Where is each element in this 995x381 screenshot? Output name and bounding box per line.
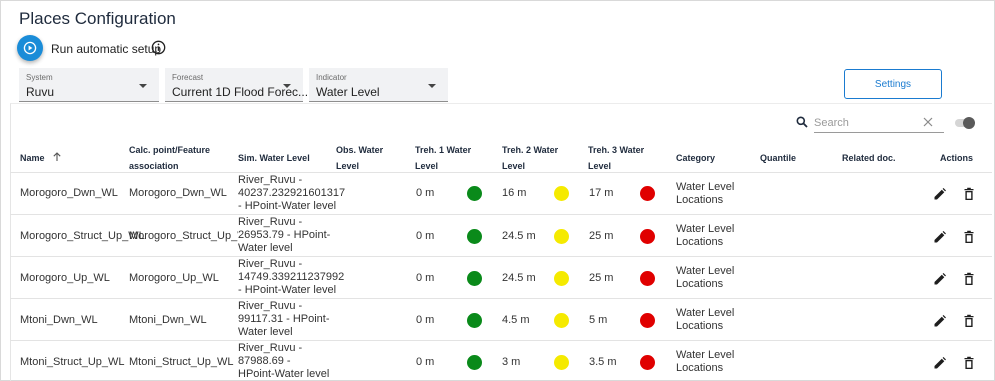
search-icon — [796, 116, 808, 128]
row-divider — [10, 256, 992, 257]
run-automatic-setup-label[interactable]: Run automatic setup — [51, 42, 161, 56]
column-header-t3: Treh. 3 Water Level — [588, 145, 645, 171]
cell-t1: 0 m — [416, 230, 435, 242]
delete-trash-icon[interactable] — [962, 356, 976, 370]
status-dot-yellow — [554, 313, 569, 328]
cell-name: Mtoni_Dwn_WL — [20, 314, 98, 326]
cell-t2: 3 m — [502, 356, 521, 368]
cell-t2: 24.5 m — [502, 230, 536, 242]
cell-t3: 25 m — [589, 230, 614, 242]
cell-t1: 0 m — [416, 187, 435, 199]
status-dot-red — [640, 229, 655, 244]
chevron-down-icon — [283, 84, 291, 88]
status-dot-red — [640, 355, 655, 370]
delete-trash-icon[interactable] — [962, 230, 976, 244]
column-header-obs: Obs. Water Level — [336, 145, 384, 171]
cell-name: Morogoro_Dwn_WL — [20, 187, 118, 199]
cell-t3: 5 m — [589, 314, 608, 326]
cell-sim: River_Ruvu - 14749.339211237992 - HPoint… — [238, 258, 345, 296]
info-icon[interactable] — [151, 40, 166, 55]
chevron-down-icon — [139, 84, 147, 88]
cell-calc: Morogoro_Dwn_WL — [129, 187, 227, 199]
delete-trash-icon[interactable] — [962, 272, 976, 286]
cell-sim: River_Ruvu - 99117.31 - HPoint-Water lev… — [238, 300, 330, 338]
cell-t1: 0 m — [416, 356, 435, 368]
status-dot-red — [640, 186, 655, 201]
run-automatic-setup-button[interactable] — [17, 35, 43, 61]
row-divider — [10, 214, 992, 215]
cell-sim: River_Ruvu - 26953.79 - HPoint-Water lev… — [238, 216, 338, 255]
forecast-select-label: Forecast — [172, 73, 204, 82]
column-header-related: Related doc. — [842, 153, 896, 163]
indicator-select-value: Water Level — [316, 85, 380, 99]
cell-calc: Mtoni_Struct_Up_WL — [129, 356, 234, 368]
status-dot-green — [467, 229, 482, 244]
cell-calc: Morogoro_Up_WL — [129, 272, 219, 284]
cell-name: Morogoro_Struct_Up_WL — [20, 230, 145, 242]
cell-t3: 25 m — [589, 272, 614, 284]
status-dot-red — [640, 313, 655, 328]
cell-category: Water Level Locations — [676, 265, 735, 290]
cell-t2: 24.5 m — [502, 272, 536, 284]
cell-calc: Mtoni_Dwn_WL — [129, 314, 207, 326]
edit-pencil-icon[interactable] — [933, 356, 947, 370]
cell-t1: 0 m — [416, 272, 435, 284]
cell-sim: River_Ruvu - 40237.232921601317 - HPoint… — [238, 174, 346, 212]
column-header-actions: Actions — [940, 153, 974, 163]
column-header-name[interactable]: Name — [20, 150, 62, 166]
cell-t3: 17 m — [589, 187, 614, 199]
column-header-sim: Sim. Water Level — [238, 153, 310, 163]
status-dot-yellow — [554, 186, 569, 201]
edit-pencil-icon[interactable] — [933, 187, 947, 201]
cell-name: Mtoni_Struct_Up_WL — [20, 356, 125, 368]
cell-t2: 4.5 m — [502, 314, 530, 326]
edit-pencil-icon[interactable] — [933, 272, 947, 286]
delete-trash-icon[interactable] — [962, 314, 976, 328]
forecast-select[interactable]: Forecast Current 1D Flood Forec... — [165, 68, 308, 102]
cell-category: Water Level Locations — [676, 181, 735, 206]
status-dot-green — [467, 186, 482, 201]
cell-category: Water Level Locations — [676, 349, 735, 374]
settings-button[interactable]: Settings — [844, 69, 942, 99]
cell-calc: Morogoro_Struct_Up_WL — [129, 230, 254, 242]
chevron-down-icon — [428, 84, 436, 88]
cell-name: Morogoro_Up_WL — [20, 272, 110, 284]
header-divider — [10, 172, 992, 173]
view-toggle[interactable] — [955, 117, 975, 129]
cell-category: Water Level Locations — [676, 223, 735, 248]
indicator-select[interactable]: Indicator Water Level — [309, 68, 448, 102]
system-select-value: Ruvu — [26, 85, 55, 99]
status-dot-yellow — [554, 229, 569, 244]
row-divider — [10, 298, 992, 299]
column-header-calc: Calc. point/Feature association — [129, 145, 211, 171]
column-header-t1: Treh. 1 Water Level — [415, 145, 472, 171]
column-header-quantile: Quantile — [760, 153, 797, 163]
system-select[interactable]: System Ruvu — [19, 68, 159, 102]
status-dot-yellow — [554, 355, 569, 370]
cell-t2: 16 m — [502, 187, 527, 199]
edit-pencil-icon[interactable] — [933, 314, 947, 328]
row-divider — [10, 340, 992, 341]
cell-t1: 0 m — [416, 314, 435, 326]
cell-t3: 3.5 m — [589, 356, 617, 368]
status-dot-yellow — [554, 271, 569, 286]
status-dot-green — [467, 313, 482, 328]
indicator-select-label: Indicator — [316, 73, 347, 82]
page-title: Places Configuration — [19, 9, 176, 28]
status-dot-green — [467, 355, 482, 370]
cell-category: Water Level Locations — [676, 307, 735, 332]
status-dot-green — [467, 271, 482, 286]
system-select-label: System — [26, 73, 53, 82]
play-circle-icon — [23, 41, 37, 55]
cell-sim: River_Ruvu - 87988.69 - HPoint-Water lev… — [238, 342, 330, 380]
status-dot-red — [640, 271, 655, 286]
toggle-knob — [963, 117, 975, 129]
sort-arrow-up-icon[interactable] — [52, 152, 62, 162]
column-header-category: Category — [676, 153, 716, 163]
close-icon[interactable] — [922, 116, 934, 128]
column-header-t2: Treh. 2 Water Level — [502, 145, 559, 171]
edit-pencil-icon[interactable] — [933, 230, 947, 244]
delete-trash-icon[interactable] — [962, 187, 976, 201]
column-header-name-label: Name — [20, 153, 45, 163]
